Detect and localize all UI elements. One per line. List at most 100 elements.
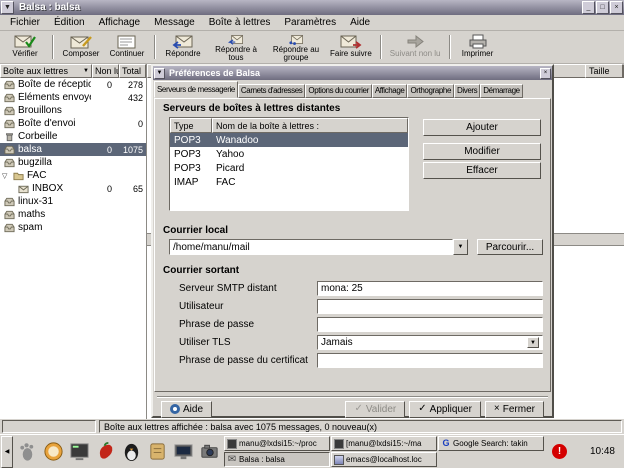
print-button[interactable]: Imprimer [455, 32, 501, 62]
mailbox-row-inbox[interactable]: Boîte de réception 0 278 [0, 78, 146, 91]
local-path-dropdown-icon[interactable]: ▼ [453, 239, 468, 255]
continue-button[interactable]: Continuer [104, 32, 150, 62]
user-input[interactable] [317, 299, 543, 314]
mailbox-icon [4, 106, 15, 116]
mailbox-row-fac[interactable]: ▽FAC [0, 169, 146, 182]
display-launcher[interactable] [171, 438, 196, 466]
reply-button[interactable]: Répondre [160, 32, 206, 62]
mailbox-row-drafts[interactable]: Brouillons [0, 104, 146, 117]
mailbox-row-linux-31[interactable]: linux-31 [0, 195, 146, 208]
dialog-actions: Aide ✓ Valider ✓ Appliquer × Fermer [153, 400, 552, 418]
expander-icon[interactable]: ▽ [2, 172, 10, 180]
menu-fichier[interactable]: Fichier [3, 16, 47, 30]
check-mail-button[interactable]: Vérifier [2, 32, 48, 62]
web-launcher[interactable] [41, 438, 66, 466]
apply-button[interactable]: ✓ Appliquer [409, 401, 481, 418]
main-menu-button[interactable] [15, 438, 40, 466]
server-row-picard[interactable]: POP3 Picard [170, 161, 408, 175]
mailbox-icon [4, 145, 15, 155]
mailbox-name-header[interactable]: Boîte aux lettres ▼ [0, 64, 92, 78]
server-row-wanadoo[interactable]: POP3 Wanadoo [170, 133, 408, 147]
tab-carnets-adresses[interactable]: Carnets d'adresses [238, 84, 305, 98]
help-button[interactable]: Aide [161, 401, 212, 418]
task-emacs[interactable]: emacs@localhost.loc [331, 452, 437, 467]
mailbox-icon [4, 197, 15, 207]
mailbox-row-trash[interactable]: Corbeille [0, 130, 146, 143]
folder-icon [13, 171, 24, 181]
files-launcher[interactable] [145, 438, 170, 466]
passphrase-input[interactable] [317, 317, 543, 332]
panel-hide-icon[interactable]: ◀ [1, 436, 13, 468]
gimp-launcher[interactable] [93, 438, 118, 466]
cert-passphrase-input[interactable] [317, 353, 543, 368]
dialog-titlebar[interactable]: ▼ Préférences de Balsa × [153, 66, 552, 80]
mailbox-row-maths[interactable]: maths [0, 208, 146, 221]
mailbox-icon [4, 119, 15, 129]
task-terminal-1[interactable]: manu@lxdsi15:~/proc [224, 436, 330, 451]
mailbox-row-fac-inbox[interactable]: INBOX 0 65 [0, 182, 146, 195]
panel-clock: 10:48 [590, 446, 615, 457]
linux-launcher[interactable] [119, 438, 144, 466]
smtp-server-input[interactable] [317, 281, 543, 296]
reply-all-icon [225, 34, 247, 45]
minimize-icon[interactable]: _ [582, 1, 595, 14]
use-tls-select[interactable]: Jamais ▼ [317, 335, 543, 350]
task-google-search[interactable]: G Google Search: takin [438, 436, 544, 451]
dialog-menu-icon[interactable]: ▼ [154, 68, 165, 79]
screenshot-launcher[interactable] [197, 438, 222, 466]
unread-header[interactable]: Non lu [92, 64, 119, 78]
mailbox-row-spam[interactable]: spam [0, 221, 146, 234]
server-row-fac[interactable]: IMAP FAC [170, 175, 408, 189]
reply-group-button[interactable]: Répondre au groupe [266, 32, 326, 62]
mailbox-row-bugzilla[interactable]: bugzilla [0, 156, 146, 169]
local-mail-path-input[interactable] [169, 239, 453, 255]
tab-demarrage[interactable]: Démarrage [480, 84, 522, 98]
window-menu-icon[interactable]: ▼ [1, 1, 14, 14]
task-balsa[interactable]: ✉ Balsa : balsa [224, 452, 330, 467]
dialog-close-icon[interactable]: × [540, 68, 551, 79]
compose-button[interactable]: Composer [58, 32, 104, 62]
total-header[interactable]: Total [119, 64, 146, 78]
tab-serveurs-de-messagerie[interactable]: Serveurs de messagerie [154, 81, 238, 98]
preferences-dialog: ▼ Préférences de Balsa × Serveurs de mes… [151, 64, 554, 418]
dropdown-icon[interactable]: ▼ [527, 337, 539, 348]
alert-icon[interactable]: ! [552, 444, 567, 459]
add-server-button[interactable]: Ajouter [423, 119, 541, 136]
menu-affichage[interactable]: Affichage [92, 16, 148, 30]
tab-orthographe[interactable]: Orthographe [407, 84, 454, 98]
size-column-header[interactable]: Taille [585, 64, 623, 78]
menu-aide[interactable]: Aide [343, 16, 377, 30]
close-icon[interactable]: × [610, 1, 623, 14]
tab-options-du-courrier[interactable]: Options du courrier [305, 84, 371, 98]
forward-button[interactable]: Faire suivre [326, 32, 376, 62]
check-mail-icon [14, 34, 36, 49]
next-unread-icon [404, 34, 426, 49]
type-column-header[interactable]: Type [170, 118, 212, 133]
close-dialog-button[interactable]: × Fermer [485, 401, 544, 418]
window-titlebar[interactable]: ▼ Balsa : balsa _ □ × [0, 0, 624, 15]
delete-server-button[interactable]: Effacer [423, 162, 541, 179]
maximize-icon[interactable]: □ [596, 1, 609, 14]
task-terminal-2[interactable]: [manu@lxdsi15:~/ma [331, 436, 437, 451]
name-column-header[interactable]: Nom de la boîte à lettres : [212, 118, 408, 133]
menu-parametres[interactable]: Paramètres [277, 16, 343, 30]
tab-affichage[interactable]: Affichage [372, 84, 408, 98]
reply-all-button[interactable]: Répondre à tous [206, 32, 266, 62]
statusbar: Boîte aux lettres affichée : balsa avec … [0, 419, 624, 434]
mailbox-row-outbox[interactable]: Boîte d'envoi 0 [0, 117, 146, 130]
menu-message[interactable]: Message [147, 16, 202, 30]
mailbox-row-sent[interactable]: Éléments envoyés 432 [0, 91, 146, 104]
document-icon [147, 441, 168, 462]
tab-divers[interactable]: Divers [454, 84, 480, 98]
browse-button[interactable]: Parcourir... [477, 239, 543, 255]
server-row-yahoo[interactable]: POP3 Yahoo [170, 147, 408, 161]
local-mail-section-title: Courrier local [163, 225, 228, 236]
menu-edition[interactable]: Édition [47, 16, 92, 30]
pepper-icon [95, 441, 116, 462]
menu-boite-a-lettres[interactable]: Boîte à lettres [202, 16, 278, 30]
modify-server-button[interactable]: Modifier [423, 143, 541, 160]
mailbox-row-balsa[interactable]: balsa 0 1075 [0, 143, 146, 156]
sort-arrow-icon[interactable]: ▼ [83, 68, 89, 74]
remote-servers-section-title: Serveurs de boîtes à lettres distantes [163, 103, 340, 114]
terminal-launcher[interactable] [67, 438, 92, 466]
